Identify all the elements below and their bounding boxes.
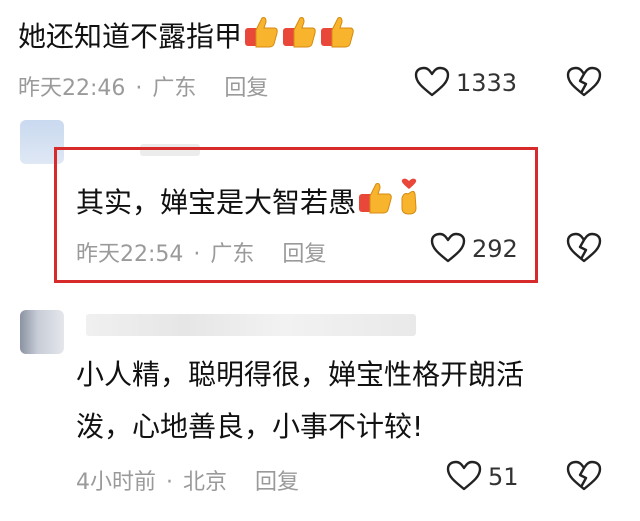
comment-1-time: 昨天22:46 xyxy=(18,76,126,101)
heart-outline-icon xyxy=(430,232,466,263)
comment-1-like-button[interactable] xyxy=(414,66,450,98)
thumbs-up-emoji-icon xyxy=(280,12,318,60)
comment-2-text-row: 其实，婵宝是大智若愚 xyxy=(76,178,424,226)
comment-3-like-button[interactable] xyxy=(446,460,482,492)
heart-outline-icon xyxy=(446,460,482,491)
finger-heart-emoji-icon xyxy=(394,178,424,226)
comment-2-time: 昨天22:54 xyxy=(76,242,184,267)
separator-dot: · xyxy=(193,242,201,267)
comment-1-location: 广东 xyxy=(152,76,197,101)
comment-1-like-count: 1333 xyxy=(456,69,518,97)
broken-heart-icon xyxy=(566,232,602,263)
thumbs-up-emoji-icon xyxy=(242,12,280,60)
comment-1-meta: 昨天22:46 · 广东 回复 xyxy=(18,70,268,102)
comment-1-text-row: 她还知道不露指甲 xyxy=(18,12,356,60)
comment-2-location: 广东 xyxy=(210,242,255,267)
comment-3-reply-button[interactable]: 回复 xyxy=(255,470,299,495)
heart-outline-icon xyxy=(414,66,450,97)
comment-3-text-line1: 小人精，聪明得很，婵宝性格开朗活 xyxy=(76,358,525,391)
comment-2-like-button[interactable] xyxy=(430,232,466,264)
broken-heart-icon xyxy=(566,460,602,491)
comment-3-username-blurred[interactable] xyxy=(86,314,416,336)
comment-3-avatar[interactable] xyxy=(20,310,64,354)
separator-dot: · xyxy=(135,76,143,101)
comment-1-text: 她还知道不露指甲 xyxy=(18,20,243,53)
comment-3-time: 4小时前 xyxy=(76,470,156,495)
thumbs-up-emoji-icon xyxy=(356,178,394,226)
thumbs-up-emoji-icon xyxy=(318,12,356,60)
comment-2-like-count: 292 xyxy=(472,235,518,263)
comment-3-text-line2: 泼，心地善良，小事不计较! xyxy=(76,410,424,443)
comment-3-dislike-button[interactable] xyxy=(566,460,602,492)
comment-3-like-count: 51 xyxy=(488,463,519,491)
broken-heart-icon xyxy=(566,66,602,97)
separator-dot: · xyxy=(166,470,173,495)
comment-1-reply-button[interactable]: 回复 xyxy=(224,76,268,101)
comment-1-dislike-button[interactable] xyxy=(566,66,602,98)
comment-2-text: 其实，婵宝是大智若愚 xyxy=(76,186,357,219)
comment-2-meta: 昨天22:54 · 广东 回复 xyxy=(76,236,326,268)
comment-2-reply-button[interactable]: 回复 xyxy=(282,242,326,267)
comment-3-location: 北京 xyxy=(183,470,228,495)
comment-2-dislike-button[interactable] xyxy=(566,232,602,264)
comment-3-meta: 4小时前 · 北京 回复 xyxy=(76,464,299,496)
